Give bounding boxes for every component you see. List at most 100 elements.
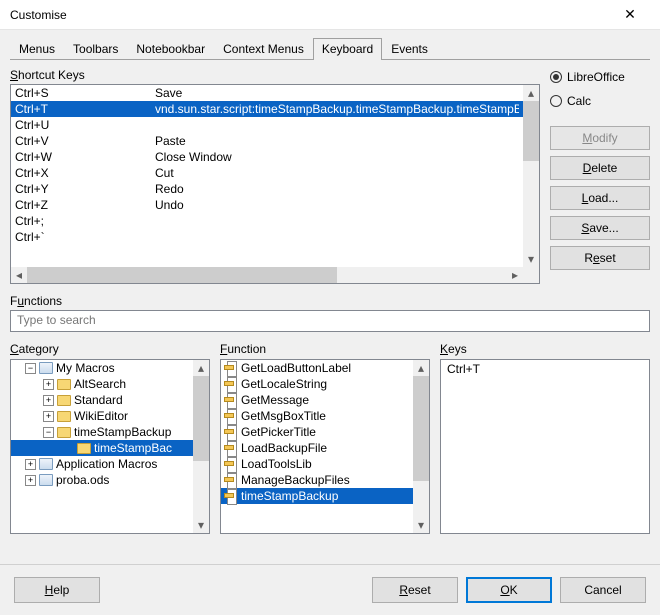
reset-button[interactable]: Reset: [550, 246, 650, 270]
script-icon: [224, 473, 238, 487]
shortcut-hscroll[interactable]: ◂ ▸: [11, 267, 523, 283]
radio-calc[interactable]: Calc: [550, 92, 650, 110]
category-item[interactable]: +Application Macros: [11, 456, 193, 472]
footer-reset-button[interactable]: Reset: [372, 577, 458, 603]
scroll-left-icon[interactable]: ◂: [11, 267, 27, 283]
folder-icon: [57, 379, 71, 390]
keys-listbox[interactable]: Ctrl+T: [440, 359, 650, 534]
delete-button[interactable]: Delete: [550, 156, 650, 180]
radio-libreoffice[interactable]: LibreOffice: [550, 68, 650, 86]
load-button[interactable]: Load...: [550, 186, 650, 210]
category-item[interactable]: + WikiEditor: [11, 408, 193, 424]
expand-icon[interactable]: +: [43, 395, 54, 406]
shortcut-function: Close Window: [155, 150, 519, 164]
modify-button[interactable]: Modify: [550, 126, 650, 150]
scroll-thumb[interactable]: [523, 101, 539, 161]
function-item[interactable]: LoadBackupFile: [221, 440, 413, 456]
radio-selected-icon: [550, 71, 562, 83]
scroll-up-icon[interactable]: ▴: [523, 85, 539, 101]
function-item-label: LoadBackupFile: [241, 441, 327, 455]
shortcut-keys-listbox[interactable]: Ctrl+SSaveCtrl+Tvnd.sun.star.script:time…: [10, 84, 540, 284]
scroll-down-icon[interactable]: ▾: [193, 517, 209, 533]
function-item[interactable]: GetMsgBoxTitle: [221, 408, 413, 424]
shortcut-row[interactable]: Ctrl+;: [11, 213, 523, 229]
shortcut-row[interactable]: Ctrl+VPaste: [11, 133, 523, 149]
function-item-label: LoadToolsLib: [241, 457, 312, 471]
script-icon: [224, 409, 238, 423]
function-item[interactable]: GetPickerTitle: [221, 424, 413, 440]
scroll-thumb[interactable]: [27, 267, 337, 283]
function-item-label: GetPickerTitle: [241, 425, 316, 439]
function-item-label: GetMessage: [241, 393, 309, 407]
function-item[interactable]: GetMessage: [221, 392, 413, 408]
shortcut-function: [155, 118, 519, 132]
keys-item[interactable]: Ctrl+T: [447, 362, 643, 376]
function-item[interactable]: ManageBackupFiles: [221, 472, 413, 488]
save-button[interactable]: Save...: [550, 216, 650, 240]
tab-menus[interactable]: Menus: [10, 38, 64, 59]
scroll-thumb[interactable]: [413, 376, 429, 481]
collapse-icon[interactable]: −: [25, 363, 36, 374]
scroll-thumb[interactable]: [193, 376, 209, 461]
scroll-down-icon[interactable]: ▾: [413, 517, 429, 533]
expand-icon[interactable]: +: [43, 379, 54, 390]
shortcut-key: Ctrl+`: [15, 230, 155, 244]
category-item[interactable]: − My Macros: [11, 360, 193, 376]
shortcut-row[interactable]: Ctrl+XCut: [11, 165, 523, 181]
help-button[interactable]: Help: [14, 577, 100, 603]
function-item[interactable]: GetLoadButtonLabel: [221, 360, 413, 376]
shortcut-row[interactable]: Ctrl+`: [11, 229, 523, 245]
tab-notebookbar[interactable]: Notebookbar: [127, 38, 214, 59]
expand-icon[interactable]: +: [43, 411, 54, 422]
category-item[interactable]: timeStampBac: [11, 440, 193, 456]
expand-icon[interactable]: +: [25, 459, 36, 470]
function-listbox[interactable]: GetLoadButtonLabelGetLocaleStringGetMess…: [220, 359, 430, 534]
folder-icon: [77, 443, 91, 454]
shortcut-key: Ctrl+X: [15, 166, 155, 180]
search-input[interactable]: Type to search: [10, 310, 650, 332]
tab-strip: MenusToolbarsNotebookbarContext MenusKey…: [10, 38, 650, 60]
script-icon: [224, 425, 238, 439]
function-item[interactable]: LoadToolsLib: [221, 456, 413, 472]
script-container-icon: [39, 458, 53, 470]
shortcut-row[interactable]: Ctrl+WClose Window: [11, 149, 523, 165]
shortcut-row[interactable]: Ctrl+ZUndo: [11, 197, 523, 213]
close-button[interactable]: ✕: [610, 0, 650, 30]
category-item-label: My Macros: [56, 361, 115, 375]
scroll-down-icon[interactable]: ▾: [523, 251, 539, 267]
category-item[interactable]: −timeStampBackup: [11, 424, 193, 440]
shortcut-function: vnd.sun.star.script:timeStampBackup.time…: [155, 102, 519, 116]
scroll-right-icon[interactable]: ▸: [507, 267, 523, 283]
collapse-icon[interactable]: −: [43, 427, 54, 438]
shortcut-row[interactable]: Ctrl+SSave: [11, 85, 523, 101]
tab-keyboard[interactable]: Keyboard: [313, 38, 382, 60]
script-icon: [224, 441, 238, 455]
function-item-label: GetMsgBoxTitle: [241, 409, 326, 423]
function-vscroll[interactable]: ▴ ▾: [413, 360, 429, 533]
shortcut-row[interactable]: Ctrl+U: [11, 117, 523, 133]
footer: Help Reset OK Cancel: [0, 564, 660, 615]
shortcut-row[interactable]: Ctrl+YRedo: [11, 181, 523, 197]
category-item-label: WikiEditor: [74, 409, 128, 423]
shortcut-row[interactable]: Ctrl+Tvnd.sun.star.script:timeStampBacku…: [11, 101, 523, 117]
tab-context-menus[interactable]: Context Menus: [214, 38, 313, 59]
category-item[interactable]: +proba.ods: [11, 472, 193, 488]
shortcut-key: Ctrl+;: [15, 214, 155, 228]
scroll-up-icon[interactable]: ▴: [193, 360, 209, 376]
expand-icon[interactable]: +: [25, 475, 36, 486]
shortcut-function: [155, 214, 519, 228]
script-icon: [224, 489, 238, 503]
shortcut-vscroll[interactable]: ▴ ▾: [523, 85, 539, 267]
scroll-up-icon[interactable]: ▴: [413, 360, 429, 376]
category-vscroll[interactable]: ▴ ▾: [193, 360, 209, 533]
category-item[interactable]: +AltSearch: [11, 376, 193, 392]
ok-button[interactable]: OK: [466, 577, 552, 603]
category-item[interactable]: +Standard: [11, 392, 193, 408]
tab-events[interactable]: Events: [382, 38, 437, 59]
cancel-button[interactable]: Cancel: [560, 577, 646, 603]
category-label: Category: [10, 342, 210, 356]
function-item[interactable]: timeStampBackup: [221, 488, 413, 504]
category-listbox[interactable]: −My Macros+AltSearch+Standard+WikiEditor…: [10, 359, 210, 534]
function-item[interactable]: GetLocaleString: [221, 376, 413, 392]
tab-toolbars[interactable]: Toolbars: [64, 38, 127, 59]
